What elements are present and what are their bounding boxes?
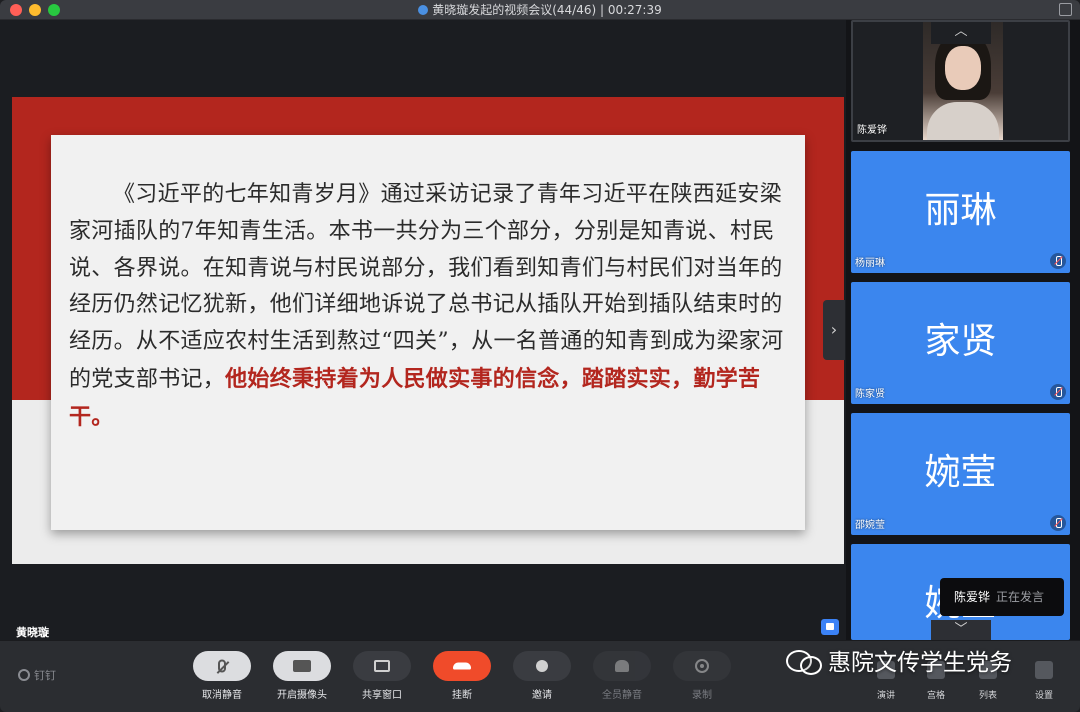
unmute-button[interactable]: 取消静音 xyxy=(192,651,252,707)
participant-name: 陈家贤 xyxy=(855,389,885,400)
chevron-up-icon: ︿ xyxy=(954,24,968,39)
screen-share-icon[interactable] xyxy=(821,619,839,635)
participants-panel: 陈爱铧 ︿ 丽琳 杨丽琳 家贤 陈家贤 婉莹 邵婉莹 婉莹 ﹀ xyxy=(846,20,1080,640)
wechat-icon xyxy=(786,650,822,675)
record-icon xyxy=(695,659,709,673)
active-speaker-status: 正在发言 xyxy=(996,590,1045,604)
unmute-button-pill[interactable] xyxy=(193,651,251,681)
mic-off-icon xyxy=(218,659,226,673)
lock-icon xyxy=(418,5,429,15)
chevron-right-icon: › xyxy=(830,320,838,339)
participant-tile[interactable]: 婉莹 邵婉莹 xyxy=(851,413,1070,535)
wechat-watermark: 惠院文传学生党务 xyxy=(786,646,1012,680)
start-camera-button-label: 开启摄像头 xyxy=(277,690,327,701)
window-title-text: 黄晓璇发起的视频会议(44/46) | 00:27:39 xyxy=(432,3,662,17)
active-speaker-toast: 陈爱铧 正在发言 xyxy=(940,578,1064,616)
invite-button-pill[interactable] xyxy=(513,651,571,681)
participant-tile[interactable]: 丽琳 杨丽琳 xyxy=(851,151,1070,273)
participant-video-face xyxy=(945,46,981,90)
unmute-button-label: 取消静音 xyxy=(202,690,242,701)
shared-screen-stage: 《习近平的七年知青岁月》通过采访记录了青年习近平在陕西延安梁家河插队的7年知青生… xyxy=(0,20,845,640)
slide-text-card: 《习近平的七年知青岁月》通过采访记录了青年习近平在陕西延安梁家河插队的7年知青生… xyxy=(51,135,805,530)
list-view-label: 列表 xyxy=(978,691,997,701)
mic-muted-icon xyxy=(1050,384,1066,400)
settings-button[interactable]: 设置 xyxy=(1024,649,1064,709)
participant-avatar: 丽琳 xyxy=(924,190,997,231)
participant-name: 杨丽琳 xyxy=(855,258,885,269)
mute-all-button-pill[interactable] xyxy=(593,651,651,681)
participant-tile[interactable]: 家贤 陈家贤 xyxy=(851,282,1070,404)
invite-button-label: 邀请 xyxy=(532,690,552,701)
meeting-window: 黄晓璇发起的视频会议(44/46) | 00:27:39 《习近平的七年知青岁月… xyxy=(0,0,1080,712)
slide-paragraph: 《习近平的七年知青岁月》通过采访记录了青年习近平在陕西延安梁家河插队的7年知青生… xyxy=(69,177,797,437)
hang-up-button-pill[interactable] xyxy=(433,651,491,681)
title-bar: 黄晓璇发起的视频会议(44/46) | 00:27:39 xyxy=(0,0,1080,20)
start-camera-button-pill[interactable] xyxy=(273,651,331,681)
brand-name: 钉钉 xyxy=(34,669,56,682)
share-window-button-pill[interactable] xyxy=(353,651,411,681)
brand-logo: 钉钉 xyxy=(18,667,56,683)
share-screen-icon xyxy=(374,660,390,672)
invite-button[interactable]: 邀请 xyxy=(512,651,572,707)
presenter-name: 黄晓璇 xyxy=(16,626,49,639)
record-button-label: 录制 xyxy=(692,690,712,701)
share-window-button-label: 共享窗口 xyxy=(362,690,402,701)
mic-muted-icon xyxy=(1050,515,1066,531)
hang-up-button-label: 挂断 xyxy=(452,690,472,701)
mute-all-button-label: 全员静音 xyxy=(602,690,642,701)
collapse-sidebar-button[interactable]: › xyxy=(823,300,845,360)
participant-avatar: 家贤 xyxy=(924,321,997,362)
chevron-down-icon: ﹀ xyxy=(954,622,968,637)
mute-all-icon xyxy=(615,660,629,672)
presentation-slide: 《习近平的七年知青岁月》通过采访记录了青年习近平在陕西延安梁家河插队的7年知青生… xyxy=(12,97,844,564)
settings-label: 设置 xyxy=(1034,691,1053,701)
camera-icon xyxy=(293,660,311,672)
scroll-down-button[interactable]: ﹀ xyxy=(931,620,991,640)
record-button[interactable]: 录制 xyxy=(672,651,732,707)
watermark-text: 惠院文传学生党务 xyxy=(828,650,1012,676)
participant-video-body xyxy=(927,102,999,140)
window-title: 黄晓璇发起的视频会议(44/46) | 00:27:39 xyxy=(0,2,1080,18)
grid-view-label: 宫格 xyxy=(926,691,945,701)
mic-muted-icon xyxy=(1050,253,1066,269)
scroll-up-button[interactable]: ︿ xyxy=(931,22,991,44)
invite-icon xyxy=(536,660,548,672)
settings-icon xyxy=(1035,661,1053,679)
start-camera-button[interactable]: 开启摄像头 xyxy=(272,651,332,707)
active-speaker-name: 陈爱铧 xyxy=(954,590,991,604)
mute-all-button[interactable]: 全员静音 xyxy=(592,651,652,707)
participant-name: 陈爱铧 xyxy=(857,125,887,136)
speaker-view-label: 演讲 xyxy=(876,691,895,701)
participant-avatar: 婉莹 xyxy=(924,452,997,493)
slide-body-text: 《习近平的七年知青岁月》通过采访记录了青年习近平在陕西延安梁家河插队的7年知青生… xyxy=(69,182,784,392)
hang-up-button[interactable]: 挂断 xyxy=(432,651,492,707)
record-button-pill[interactable] xyxy=(673,651,731,681)
participant-name: 邵婉莹 xyxy=(855,520,885,531)
share-window-button[interactable]: 共享窗口 xyxy=(352,651,412,707)
fullscreen-icon[interactable] xyxy=(1059,3,1072,16)
hang-up-icon xyxy=(453,662,471,670)
dingtalk-icon xyxy=(18,669,30,681)
